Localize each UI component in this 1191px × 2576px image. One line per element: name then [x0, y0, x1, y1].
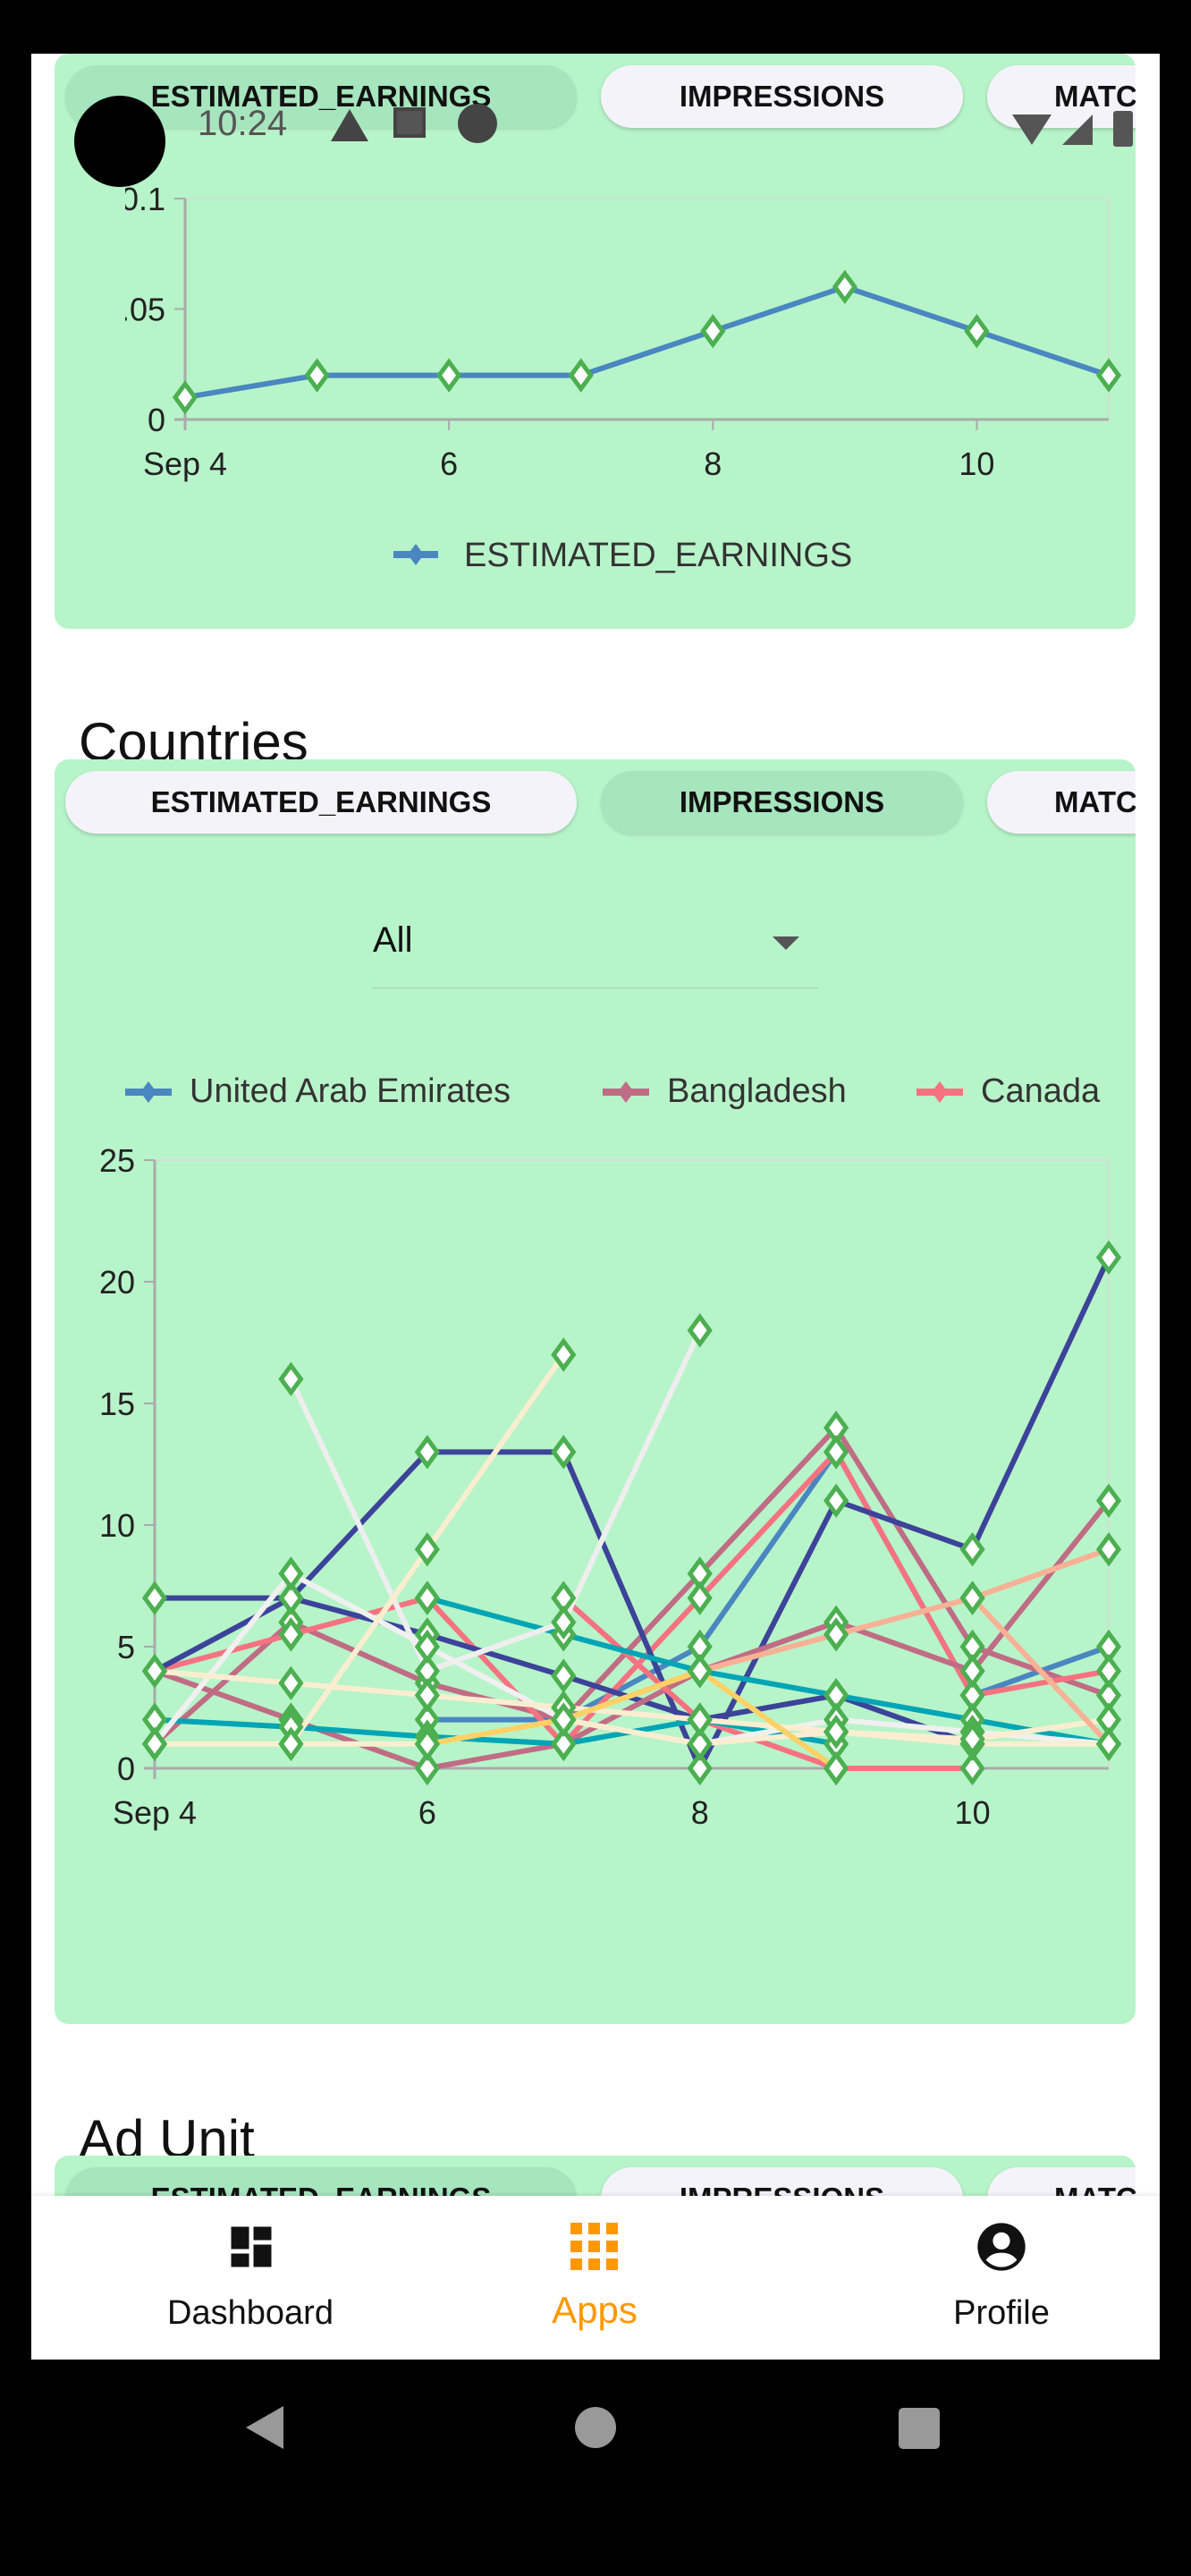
alert-icon	[331, 109, 368, 141]
legend-label: United Arab Emirates	[190, 1072, 511, 1110]
system-navigation-bar	[31, 2360, 1160, 2496]
legend-item: Bangladesh	[601, 1072, 847, 1111]
x-tick-label: Sep 4	[143, 445, 227, 482]
wifi-icon	[1012, 114, 1052, 145]
x-tick-label: 8	[704, 445, 722, 482]
data-point-marker	[1095, 358, 1122, 393]
tab-match[interactable]: MATC	[987, 771, 1136, 834]
nav-apps[interactable]: Apps	[460, 2196, 729, 2360]
legend-marker-icon	[603, 1080, 649, 1103]
data-point-marker	[700, 313, 726, 349]
legend-label: Canada	[981, 1072, 1101, 1110]
countries-line-chart: 0 5 10 15 20 25 Sep 4 6 8 10	[99, 1142, 1122, 1831]
data-point-marker	[832, 269, 857, 305]
legend-marker-icon	[408, 544, 424, 565]
dashboard-icon	[231, 2226, 272, 2267]
data-point-marker	[172, 380, 198, 415]
earnings-line-chart: 0 0.05 0.1 Sep 4 6 8 10 ESTIMATED_EARNINGS	[125, 181, 1122, 574]
chart-legend: United Arab Emirates Bangladesh Canada	[55, 1072, 1136, 1126]
nav-dashboard-label: Dashboard	[167, 2294, 334, 2332]
data-point-marker	[568, 358, 594, 393]
app-screen: ESTIMATED_EARNINGSIMPRESSIONSMATC 00.050…	[31, 54, 1160, 2360]
y-tick-label: 0	[148, 402, 165, 438]
country-dropdown[interactable]: All	[373, 902, 818, 988]
x-tick-label: 10	[955, 1794, 991, 1831]
y-tick-label: 0.05	[125, 292, 165, 328]
y-tick-label: 5	[117, 1629, 135, 1665]
data-point-marker	[1095, 1531, 1122, 1567]
legend-item: United Arab Emirates	[123, 1072, 511, 1111]
status-bar: 10:24	[31, 54, 1160, 187]
camera-cutout	[74, 96, 165, 187]
nav-apps-label: Apps	[552, 2289, 638, 2331]
legend-label: Bangladesh	[667, 1072, 847, 1110]
nav-profile[interactable]: Profile	[867, 2196, 1136, 2360]
apps-grid-icon	[570, 2223, 618, 2270]
app-icon	[458, 104, 497, 143]
battery-icon	[1113, 111, 1133, 147]
legend-marker-icon	[125, 1080, 172, 1103]
nav-profile-label: Profile	[953, 2294, 1050, 2332]
nav-dashboard[interactable]: Dashboard	[116, 2196, 384, 2360]
recents-icon[interactable]	[899, 2408, 940, 2449]
profile-icon	[977, 2223, 1026, 2271]
data-point-marker	[824, 1750, 849, 1786]
dropdown-arrow-icon	[773, 936, 799, 950]
data-point-marker	[304, 358, 330, 393]
x-tick-label: 10	[959, 445, 994, 482]
status-time: 10:24	[198, 104, 288, 143]
metric-tabs: ESTIMATED_EARNINGS IMPRESSIONS MATC	[65, 771, 1136, 834]
tab-impressions[interactable]: IMPRESSIONS	[601, 771, 963, 834]
y-tick-label: 20	[99, 1264, 135, 1301]
x-tick-label: 6	[418, 1794, 436, 1831]
gmail-icon	[393, 107, 426, 138]
legend-marker-icon	[916, 1080, 963, 1103]
data-point-marker	[687, 1653, 713, 1689]
data-point-marker	[278, 1665, 304, 1701]
tab-estimated-earnings[interactable]: ESTIMATED_EARNINGS	[65, 771, 577, 834]
y-tick-label: 0.1	[125, 181, 165, 217]
signal-icon	[1062, 114, 1093, 145]
countries-chart-card: ESTIMATED_EARNINGS IMPRESSIONS MATC All Un…	[55, 759, 1136, 2024]
back-icon[interactable]	[246, 2406, 283, 2449]
country-dropdown-value: All	[373, 920, 413, 960]
data-point-marker	[141, 1580, 168, 1615]
y-tick-label: 0	[117, 1750, 135, 1787]
x-tick-label: Sep 4	[113, 1794, 197, 1831]
y-tick-label: 10	[99, 1507, 135, 1544]
bottom-navigation: Dashboard Apps Profile	[31, 2196, 1160, 2360]
x-tick-label: 6	[440, 445, 458, 482]
data-point-marker	[436, 358, 462, 393]
data-point-marker	[1095, 1653, 1122, 1689]
y-tick-label: 15	[99, 1385, 135, 1422]
legend-item: Canada	[915, 1072, 1100, 1111]
y-tick-label: 25	[99, 1142, 135, 1179]
home-icon[interactable]	[575, 2407, 616, 2448]
legend-label: ESTIMATED_EARNINGS	[464, 537, 852, 574]
data-point-marker	[551, 1658, 577, 1693]
x-tick-label: 8	[691, 1794, 709, 1831]
data-point-marker	[141, 1653, 168, 1689]
data-point-marker	[964, 313, 990, 349]
